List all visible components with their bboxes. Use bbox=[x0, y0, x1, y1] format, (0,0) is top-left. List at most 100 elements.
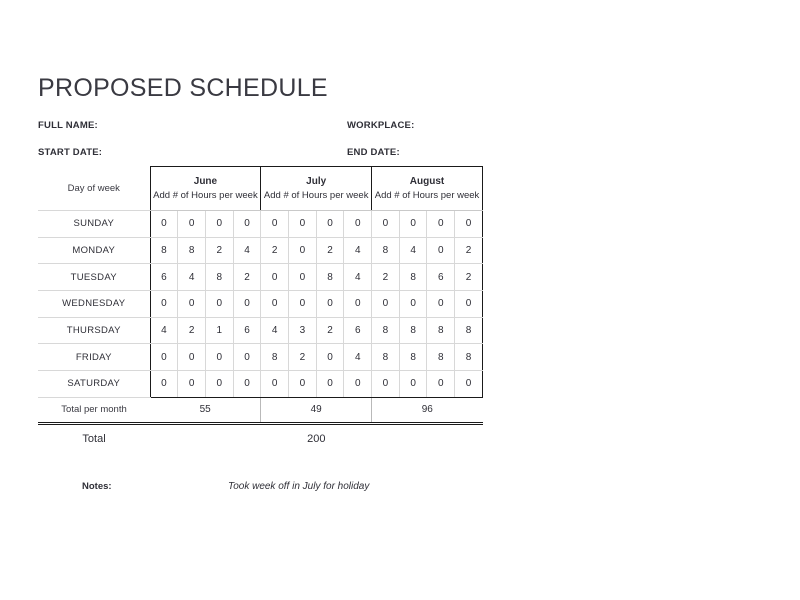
hours-cell[interactable]: 0 bbox=[177, 370, 206, 398]
hours-cell[interactable]: 2 bbox=[260, 236, 289, 265]
hours-cell[interactable]: 2 bbox=[454, 236, 483, 265]
hours-cell[interactable]: 0 bbox=[232, 343, 262, 372]
hours-cell[interactable]: 0 bbox=[315, 343, 345, 372]
hours-cell[interactable]: 4 bbox=[232, 236, 262, 265]
hours-cell[interactable]: 0 bbox=[260, 370, 289, 398]
hours-cell[interactable]: 0 bbox=[204, 370, 234, 398]
month-subtitle-june: Add # of Hours per week bbox=[153, 190, 258, 201]
hours-cell[interactable]: 0 bbox=[177, 290, 206, 318]
hours-cell[interactable]: 8 bbox=[454, 316, 483, 345]
hours-cell[interactable]: 8 bbox=[454, 343, 483, 372]
total-per-month-row: Total per month 55 49 96 bbox=[38, 397, 483, 425]
hours-cell[interactable]: 4 bbox=[149, 316, 179, 345]
hours-cell[interactable]: 0 bbox=[288, 263, 317, 292]
hours-cell[interactable]: 3 bbox=[288, 316, 317, 345]
hours-cell[interactable]: 8 bbox=[177, 236, 206, 265]
hours-cell[interactable]: 0 bbox=[426, 210, 456, 238]
field-label-full-name: FULL NAME: bbox=[38, 120, 98, 131]
hours-cell[interactable]: 0 bbox=[343, 370, 373, 398]
hours-cell[interactable]: 0 bbox=[454, 290, 483, 318]
hours-cell[interactable]: 4 bbox=[343, 236, 373, 265]
hours-cell[interactable]: 0 bbox=[149, 210, 179, 238]
table-row: THURSDAY 4 2 1 6 4 3 2 6 8 8 8 8 bbox=[38, 316, 483, 345]
hours-cell[interactable]: 0 bbox=[288, 236, 317, 265]
hours-cell[interactable]: 0 bbox=[177, 343, 206, 372]
hours-cell[interactable]: 8 bbox=[371, 316, 400, 345]
hours-cell[interactable]: 2 bbox=[315, 316, 345, 345]
hours-cell[interactable]: 0 bbox=[232, 210, 262, 238]
hours-cell[interactable]: 8 bbox=[426, 316, 456, 345]
hours-cell[interactable]: 0 bbox=[371, 370, 400, 398]
field-label-workplace: WORKPLACE: bbox=[347, 120, 415, 131]
hours-cell[interactable]: 8 bbox=[398, 263, 428, 292]
hours-cell[interactable]: 0 bbox=[398, 370, 428, 398]
hours-cell[interactable]: 0 bbox=[371, 210, 400, 238]
hours-cell[interactable]: 4 bbox=[343, 343, 373, 372]
hours-cell[interactable]: 8 bbox=[398, 343, 428, 372]
hours-cell[interactable]: 0 bbox=[315, 210, 345, 238]
hours-cell[interactable]: 0 bbox=[315, 370, 345, 398]
hours-cell[interactable]: 6 bbox=[426, 263, 456, 292]
hours-cell[interactable]: 0 bbox=[149, 343, 179, 372]
hours-cell[interactable]: 0 bbox=[260, 210, 289, 238]
hours-cell[interactable]: 8 bbox=[371, 343, 400, 372]
hours-cell[interactable]: 8 bbox=[398, 316, 428, 345]
hours-cell[interactable]: 0 bbox=[398, 290, 428, 318]
hours-cell[interactable]: 2 bbox=[232, 263, 262, 292]
hours-cell[interactable]: 0 bbox=[398, 210, 428, 238]
table-row: SUNDAY 0 0 0 0 0 0 0 0 0 0 0 0 bbox=[38, 210, 483, 238]
hours-cell[interactable]: 0 bbox=[232, 290, 262, 318]
month-name-june: June bbox=[193, 176, 218, 187]
hours-cell[interactable]: 0 bbox=[454, 370, 483, 398]
hours-cell[interactable]: 0 bbox=[343, 290, 373, 318]
day-label-wednesday: WEDNESDAY bbox=[38, 290, 151, 318]
day-label-thursday: THURSDAY bbox=[38, 316, 151, 345]
hours-cell[interactable]: 4 bbox=[398, 236, 428, 265]
hours-cell[interactable]: 0 bbox=[204, 210, 234, 238]
field-label-start-date: START DATE: bbox=[38, 147, 103, 158]
hours-cell[interactable]: 8 bbox=[149, 236, 179, 265]
hours-cell[interactable]: 0 bbox=[204, 343, 234, 372]
hours-cell[interactable]: 8 bbox=[371, 236, 400, 265]
hours-cell[interactable]: 0 bbox=[288, 210, 317, 238]
hours-cell[interactable]: 1 bbox=[204, 316, 234, 345]
hours-cell[interactable]: 8 bbox=[315, 263, 345, 292]
hours-cell[interactable]: 0 bbox=[232, 370, 262, 398]
hours-cell[interactable]: 2 bbox=[454, 263, 483, 292]
hours-cell[interactable]: 2 bbox=[204, 236, 234, 265]
notes-label: Notes: bbox=[82, 481, 112, 492]
day-label-monday: MONDAY bbox=[38, 236, 151, 265]
hours-cell[interactable]: 6 bbox=[343, 316, 373, 345]
hours-cell[interactable]: 8 bbox=[426, 343, 456, 372]
hours-cell[interactable]: 0 bbox=[343, 210, 373, 238]
hours-cell[interactable]: 0 bbox=[149, 370, 179, 398]
hours-cell[interactable]: 8 bbox=[260, 343, 289, 372]
hours-cell[interactable]: 8 bbox=[204, 263, 234, 292]
notes-text: Took week off in July for holiday bbox=[228, 481, 370, 492]
header-month-august: August Add # of Hours per week bbox=[371, 166, 483, 211]
hours-cell[interactable]: 6 bbox=[232, 316, 262, 345]
hours-cell[interactable]: 0 bbox=[371, 290, 400, 318]
hours-cell[interactable]: 0 bbox=[288, 370, 317, 398]
hours-cell[interactable]: 2 bbox=[371, 263, 400, 292]
hours-cell[interactable]: 6 bbox=[149, 263, 179, 292]
hours-cell[interactable]: 0 bbox=[426, 370, 456, 398]
hours-cell[interactable]: 2 bbox=[315, 236, 345, 265]
hours-cell[interactable]: 4 bbox=[343, 263, 373, 292]
hours-cell[interactable]: 4 bbox=[260, 316, 289, 345]
hours-cell[interactable]: 4 bbox=[177, 263, 206, 292]
hours-cell[interactable]: 0 bbox=[454, 210, 483, 238]
hours-cell[interactable]: 0 bbox=[426, 290, 456, 318]
hours-cell[interactable]: 0 bbox=[204, 290, 234, 318]
hours-cell[interactable]: 0 bbox=[260, 263, 289, 292]
day-label-tuesday: TUESDAY bbox=[38, 263, 151, 292]
total-per-month-label: Total per month bbox=[38, 397, 151, 425]
hours-cell[interactable]: 0 bbox=[260, 290, 289, 318]
hours-cell[interactable]: 0 bbox=[426, 236, 456, 265]
hours-cell[interactable]: 0 bbox=[177, 210, 206, 238]
hours-cell[interactable]: 0 bbox=[315, 290, 345, 318]
hours-cell[interactable]: 2 bbox=[288, 343, 317, 372]
hours-cell[interactable]: 0 bbox=[149, 290, 179, 318]
hours-cell[interactable]: 0 bbox=[288, 290, 317, 318]
hours-cell[interactable]: 2 bbox=[177, 316, 206, 345]
